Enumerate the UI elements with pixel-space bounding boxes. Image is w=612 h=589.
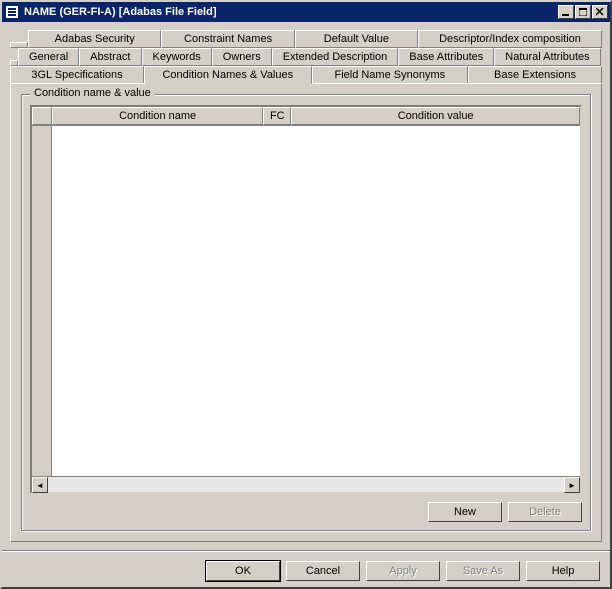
tab-natural-attributes[interactable]: Natural Attributes <box>494 48 600 66</box>
column-fc[interactable]: FC <box>263 107 291 125</box>
tab-row-3: 3GL Specifications Condition Names & Val… <box>10 66 602 83</box>
condition-table[interactable]: Condition name FC Condition value ◄ ► <box>30 105 582 494</box>
window: NAME (GER-FI-A) [Adabas File Field] Adab… <box>0 0 612 589</box>
delete-button: Delete <box>508 502 582 522</box>
tab-constraint-names[interactable]: Constraint Names <box>161 30 294 48</box>
row-header-column <box>32 126 52 476</box>
groupbox-condition: Condition name & value Condition name FC… <box>21 94 591 531</box>
tab-keywords[interactable]: Keywords <box>142 48 212 66</box>
column-condition-value[interactable]: Condition value <box>291 107 580 125</box>
tab-base-extensions[interactable]: Base Extensions <box>468 66 602 83</box>
tab-abstract[interactable]: Abstract <box>79 48 141 66</box>
save-as-button: Save As <box>446 561 520 581</box>
tab-default-value[interactable]: Default Value <box>295 30 418 48</box>
window-title: NAME (GER-FI-A) [Adabas File Field] <box>24 6 558 18</box>
maximize-button[interactable] <box>575 5 591 19</box>
table-body <box>32 126 580 476</box>
scroll-track[interactable] <box>48 477 564 492</box>
tab-base-attributes[interactable]: Base Attributes <box>398 48 494 66</box>
content-area: Adabas Security Constraint Names Default… <box>2 22 610 550</box>
table-header: Condition name FC Condition value <box>32 107 580 126</box>
tab-descriptor-index[interactable]: Descriptor/Index composition <box>418 30 602 48</box>
help-button[interactable]: Help <box>526 561 600 581</box>
tab-extended-description[interactable]: Extended Description <box>272 48 399 66</box>
tab-condition-names-values[interactable]: Condition Names & Values <box>144 66 312 84</box>
tab-adabas-security[interactable]: Adabas Security <box>28 30 161 48</box>
tab-row-1: Adabas Security Constraint Names Default… <box>10 30 602 48</box>
apply-button: Apply <box>366 561 440 581</box>
tab-field-name-synonyms[interactable]: Field Name Synonyms <box>312 66 468 83</box>
tabs: Adabas Security Constraint Names Default… <box>10 30 602 83</box>
scroll-left-icon[interactable]: ◄ <box>32 477 48 493</box>
tab-3gl-specifications[interactable]: 3GL Specifications <box>10 66 144 83</box>
horizontal-scrollbar[interactable]: ◄ ► <box>32 476 580 492</box>
app-icon <box>4 4 20 20</box>
minimize-button[interactable] <box>558 5 574 19</box>
scroll-right-icon[interactable]: ► <box>564 477 580 493</box>
tab-panel: Condition name & value Condition name FC… <box>10 83 602 542</box>
tab-row-2: General Abstract Keywords Owners Extende… <box>10 48 602 66</box>
groupbox-title: Condition name & value <box>30 87 155 99</box>
titlebar: NAME (GER-FI-A) [Adabas File Field] <box>2 2 610 22</box>
column-condition-name[interactable]: Condition name <box>52 107 263 125</box>
window-controls <box>558 5 608 19</box>
dialog-button-bar: OK Cancel Apply Save As Help <box>2 550 610 587</box>
column-rowhead[interactable] <box>32 107 52 125</box>
cancel-button[interactable]: Cancel <box>286 561 360 581</box>
new-button[interactable]: New <box>428 502 502 522</box>
close-button[interactable] <box>592 5 608 19</box>
tab-owners[interactable]: Owners <box>212 48 272 66</box>
table-cells[interactable] <box>52 126 580 476</box>
tab-general[interactable]: General <box>18 48 79 66</box>
panel-buttons: New Delete <box>30 502 582 522</box>
ok-button[interactable]: OK <box>206 561 280 581</box>
